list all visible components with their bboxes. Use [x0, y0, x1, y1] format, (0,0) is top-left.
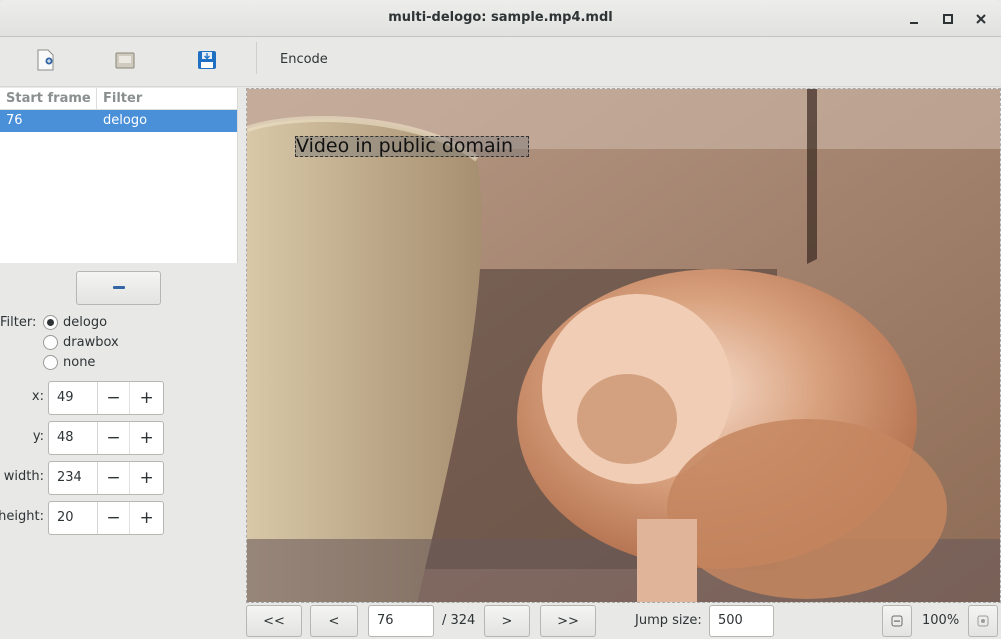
minimize-icon: [910, 22, 918, 24]
list-row[interactable]: 76 delogo: [0, 110, 237, 132]
window-title: multi-delogo: sample.mp4.mdl: [388, 10, 613, 25]
remove-button[interactable]: [76, 271, 161, 305]
height-input[interactable]: 20: [49, 502, 98, 534]
width-spinner: width: 234 − +: [0, 461, 170, 495]
height-label: height:: [0, 509, 44, 524]
maximize-button[interactable]: [938, 9, 958, 29]
radio-delogo[interactable]: delogo: [43, 315, 107, 330]
row-start-frame: 76: [6, 113, 23, 128]
column-filter[interactable]: Filter: [97, 88, 142, 109]
video-frame[interactable]: Video in public domain: [246, 88, 1001, 603]
zoom-out-icon: [891, 615, 903, 627]
zoom-out-button[interactable]: [882, 605, 912, 637]
title-bar: multi-delogo: sample.mp4.mdl: [0, 0, 1001, 37]
x-decrement-button[interactable]: −: [98, 382, 131, 414]
toolbar-separator: [256, 42, 257, 74]
jump-size-input[interactable]: 500: [709, 605, 774, 637]
save-button[interactable]: [190, 45, 224, 75]
zoom-in-icon: [977, 615, 989, 627]
close-icon: [976, 14, 986, 24]
save-icon: [198, 51, 216, 69]
jump-size-label: Jump size:: [635, 613, 702, 628]
toolbar: Encode: [0, 37, 1001, 87]
zoom-level: 100%: [922, 613, 960, 628]
width-increment-button[interactable]: +: [130, 462, 163, 494]
first-frame-button[interactable]: <<: [246, 605, 302, 637]
encode-button[interactable]: Encode: [270, 49, 338, 71]
maximize-icon: [943, 14, 953, 24]
y-increment-button[interactable]: +: [130, 422, 163, 454]
y-input[interactable]: 48: [49, 422, 98, 454]
frame-total: / 324: [442, 613, 476, 628]
frame-input[interactable]: 76: [368, 605, 434, 637]
height-increment-button[interactable]: +: [130, 502, 163, 534]
minimize-button[interactable]: [904, 9, 924, 29]
minus-icon: [112, 286, 125, 289]
open-file-button[interactable]: [108, 45, 142, 75]
last-frame-button[interactable]: >>: [540, 605, 596, 637]
radio-none-label: none: [63, 355, 96, 370]
radio-unchecked-icon[interactable]: [43, 335, 58, 350]
radio-none[interactable]: none: [43, 355, 95, 370]
x-spinner: x: 49 − +: [0, 381, 170, 415]
new-file-button[interactable]: [28, 45, 62, 75]
height-spinner: height: 20 − +: [0, 501, 170, 535]
radio-drawbox-label: drawbox: [63, 335, 119, 350]
navigation-bar: << < 76 / 324 > >> Jump size: 500 100%: [246, 603, 1001, 639]
new-file-icon: [37, 49, 54, 71]
height-decrement-button[interactable]: −: [98, 502, 131, 534]
radio-drawbox[interactable]: drawbox: [43, 335, 119, 350]
x-label: x:: [31, 389, 44, 404]
next-frame-button[interactable]: >: [484, 605, 530, 637]
width-decrement-button[interactable]: −: [98, 462, 131, 494]
open-folder-icon: [115, 52, 135, 69]
width-input[interactable]: 234: [49, 462, 98, 494]
filter-label: Filter:: [0, 315, 37, 330]
filter-list: Start frame Filter 76 delogo: [0, 88, 238, 263]
radio-checked-icon[interactable]: [43, 315, 58, 330]
width-label: width:: [3, 469, 44, 484]
y-label: y:: [32, 429, 44, 444]
video-image: [247, 89, 1000, 602]
y-decrement-button[interactable]: −: [98, 422, 131, 454]
x-increment-button[interactable]: +: [130, 382, 163, 414]
radio-unchecked-icon[interactable]: [43, 355, 58, 370]
left-pane: Start frame Filter 76 delogo Filter: del…: [0, 88, 246, 639]
list-header: Start frame Filter: [0, 88, 237, 110]
close-button[interactable]: [971, 9, 991, 29]
prev-frame-button[interactable]: <: [310, 605, 358, 637]
row-filter: delogo: [103, 113, 148, 128]
column-start-frame[interactable]: Start frame: [0, 88, 97, 109]
radio-delogo-label: delogo: [63, 315, 108, 330]
y-spinner: y: 48 − +: [0, 421, 170, 455]
video-overlay-text: Video in public domain: [295, 136, 529, 157]
x-input[interactable]: 49: [49, 382, 98, 414]
zoom-in-button[interactable]: [968, 605, 998, 637]
